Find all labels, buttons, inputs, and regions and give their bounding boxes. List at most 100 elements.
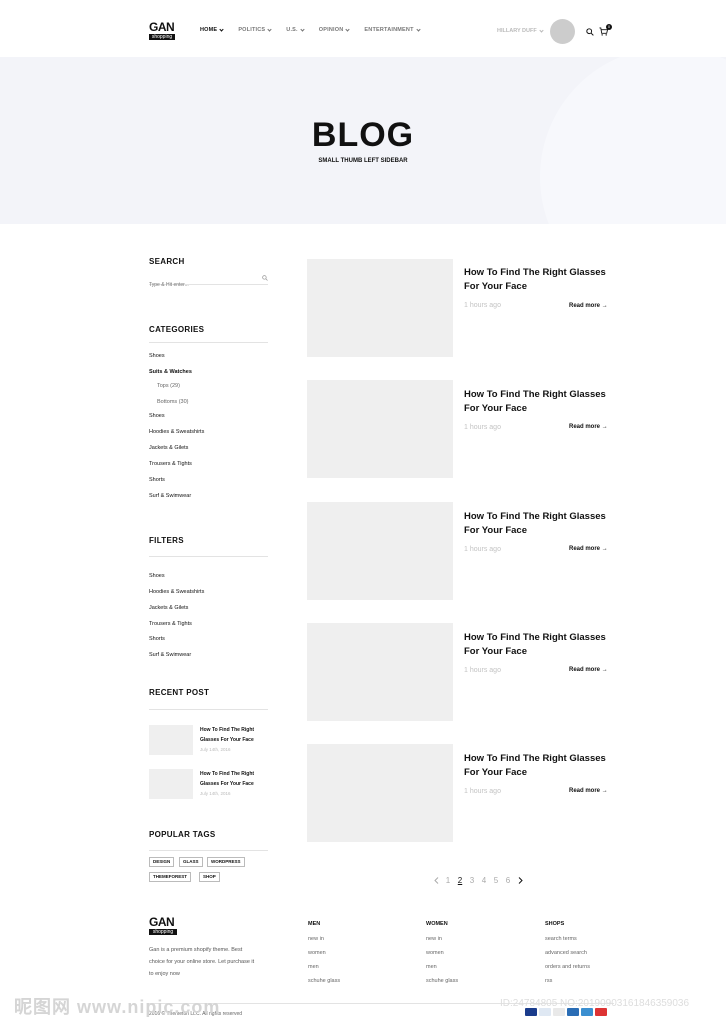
footer-link[interactable]: men	[308, 964, 319, 970]
read-more-link[interactable]: Read more →	[569, 303, 608, 309]
read-more-label: Read more	[569, 424, 601, 430]
page-link[interactable]: 3	[466, 876, 478, 885]
arrow-right-icon: →	[601, 303, 608, 309]
post-title[interactable]: How To Find The Right Glasses For Your F…	[464, 752, 614, 780]
post-thumbnail[interactable]	[307, 259, 453, 357]
nav-entertainment[interactable]: ENTERTAINMENT	[364, 26, 421, 33]
read-more-link[interactable]: Read more →	[569, 424, 608, 430]
user-menu[interactable]: HILLARY DUFF	[497, 27, 544, 34]
footer-link[interactable]: search terms	[545, 936, 577, 942]
filter-link[interactable]: Jackets & Gilets	[149, 605, 188, 611]
footer-link[interactable]: new in	[426, 936, 442, 942]
category-link[interactable]: Hoodies & Sweatshirts	[149, 429, 204, 435]
nav-label: HOME	[200, 27, 218, 33]
recent-post-title[interactable]: How To Find The Right Glasses For Your F…	[200, 725, 264, 745]
filter-link[interactable]: Shorts	[149, 636, 165, 642]
read-more-link[interactable]: Read more →	[569, 788, 608, 794]
tag-design[interactable]: DESIGN	[149, 857, 175, 867]
footer-link[interactable]: women	[426, 950, 444, 956]
post-title[interactable]: How To Find The Right Glasses For Your F…	[464, 631, 614, 659]
footer-link[interactable]: schuhe glass	[308, 978, 340, 984]
tag-shop[interactable]: SHOP	[199, 872, 220, 882]
main-nav: HOME POLITICS U.S. OPINION ENTERTAINMENT	[200, 26, 435, 33]
amex-icon	[581, 1008, 593, 1016]
discover-icon	[553, 1008, 565, 1016]
page-hero: BLOG SMALL THUMB LEFT SIDEBAR	[0, 57, 726, 224]
search-icon[interactable]	[586, 28, 594, 36]
category-link[interactable]: Surf & Swimwear	[149, 493, 191, 499]
nav-label: POLITICS	[238, 27, 266, 33]
post-thumbnail[interactable]	[307, 623, 453, 721]
post-thumbnail[interactable]	[307, 502, 453, 600]
nav-us[interactable]: U.S.	[286, 26, 305, 33]
nav-opinion[interactable]: OPINION	[319, 26, 351, 33]
category-sublink[interactable]: Bottoms (30)	[157, 399, 188, 405]
footer-link[interactable]: rss	[545, 978, 552, 984]
category-sublink[interactable]: Tops (29)	[157, 383, 180, 389]
footer-link[interactable]: new in	[308, 936, 324, 942]
recent-post-thumbnail[interactable]	[149, 769, 193, 799]
post-time: 1 hours ago	[464, 788, 501, 795]
chevron-left-icon[interactable]	[430, 875, 442, 885]
recent-post-title[interactable]: How To Find The Right Glasses For Your F…	[200, 769, 264, 789]
read-more-label: Read more	[569, 788, 601, 794]
footer-link[interactable]: schuhe glass	[426, 978, 458, 984]
chevron-right-icon[interactable]	[514, 875, 526, 885]
recent-post-date: July 14th, 2016	[200, 747, 231, 752]
footer-link[interactable]: women	[308, 950, 326, 956]
tag-wordpress[interactable]: WORDPRESS	[207, 857, 245, 867]
category-link[interactable]: Jackets & Gilets	[149, 445, 188, 451]
page-link[interactable]: 6	[502, 876, 514, 885]
search-input[interactable]	[149, 282, 254, 288]
divider	[149, 342, 268, 343]
read-more-label: Read more	[569, 667, 601, 673]
category-link[interactable]: Trousers & Tights	[149, 461, 192, 467]
recent-post-thumbnail[interactable]	[149, 725, 193, 755]
filter-link[interactable]: Trousers & Tights	[149, 621, 192, 627]
post-title[interactable]: How To Find The Right Glasses For Your F…	[464, 266, 614, 294]
filter-link[interactable]: Shoes	[149, 573, 165, 579]
nav-home[interactable]: HOME	[200, 26, 224, 33]
read-more-link[interactable]: Read more →	[569, 667, 608, 673]
post-title[interactable]: How To Find The Right Glasses For Your F…	[464, 388, 614, 416]
chevron-down-icon	[219, 26, 224, 32]
site-logo[interactable]: GAN shopping	[149, 21, 175, 41]
logo-sub: shopping	[149, 34, 175, 40]
footer-link[interactable]: men	[426, 964, 437, 970]
tag-themeforest[interactable]: THEMEFOREST	[149, 872, 192, 882]
chevron-down-icon	[300, 26, 305, 32]
post-thumbnail[interactable]	[307, 744, 453, 842]
chevron-down-icon	[267, 26, 272, 32]
visa-icon	[525, 1008, 537, 1016]
filter-link[interactable]: Surf & Swimwear	[149, 652, 191, 658]
avatar[interactable]	[550, 19, 575, 44]
page-link-current[interactable]: 2	[454, 876, 466, 885]
footer-column-title: MEN	[308, 921, 321, 927]
post-title[interactable]: How To Find The Right Glasses For Your F…	[464, 510, 614, 538]
footer-link[interactable]: advanced search	[545, 950, 587, 956]
post-time: 1 hours ago	[464, 667, 501, 674]
filter-link[interactable]: Hoodies & Sweatshirts	[149, 589, 204, 595]
footer-logo[interactable]: GAN shopping	[149, 916, 177, 936]
page-link[interactable]: 1	[442, 876, 454, 885]
post-thumbnail[interactable]	[307, 380, 453, 478]
read-more-link[interactable]: Read more →	[569, 546, 608, 552]
payment-methods	[525, 1008, 607, 1016]
popular-tags-heading: POPULAR TAGS	[149, 830, 216, 839]
tag-glass[interactable]: GLASS	[179, 857, 203, 867]
footer-link[interactable]: orders and returns	[545, 964, 590, 970]
page-link[interactable]: 5	[490, 876, 502, 885]
category-link[interactable]: Shoes	[149, 413, 165, 419]
category-link[interactable]: Shorts	[149, 477, 165, 483]
divider	[149, 556, 268, 557]
page-link[interactable]: 4	[478, 876, 490, 885]
post-time: 1 hours ago	[464, 302, 501, 309]
arrow-right-icon: →	[601, 546, 608, 552]
chevron-down-icon	[539, 27, 544, 33]
paypal-icon	[539, 1008, 551, 1016]
category-link[interactable]: Shoes	[149, 353, 165, 359]
arrow-right-icon: →	[601, 667, 608, 673]
category-link[interactable]: Suits & Watches	[149, 369, 192, 375]
nav-politics[interactable]: POLITICS	[238, 26, 272, 33]
search-icon[interactable]	[262, 275, 268, 281]
